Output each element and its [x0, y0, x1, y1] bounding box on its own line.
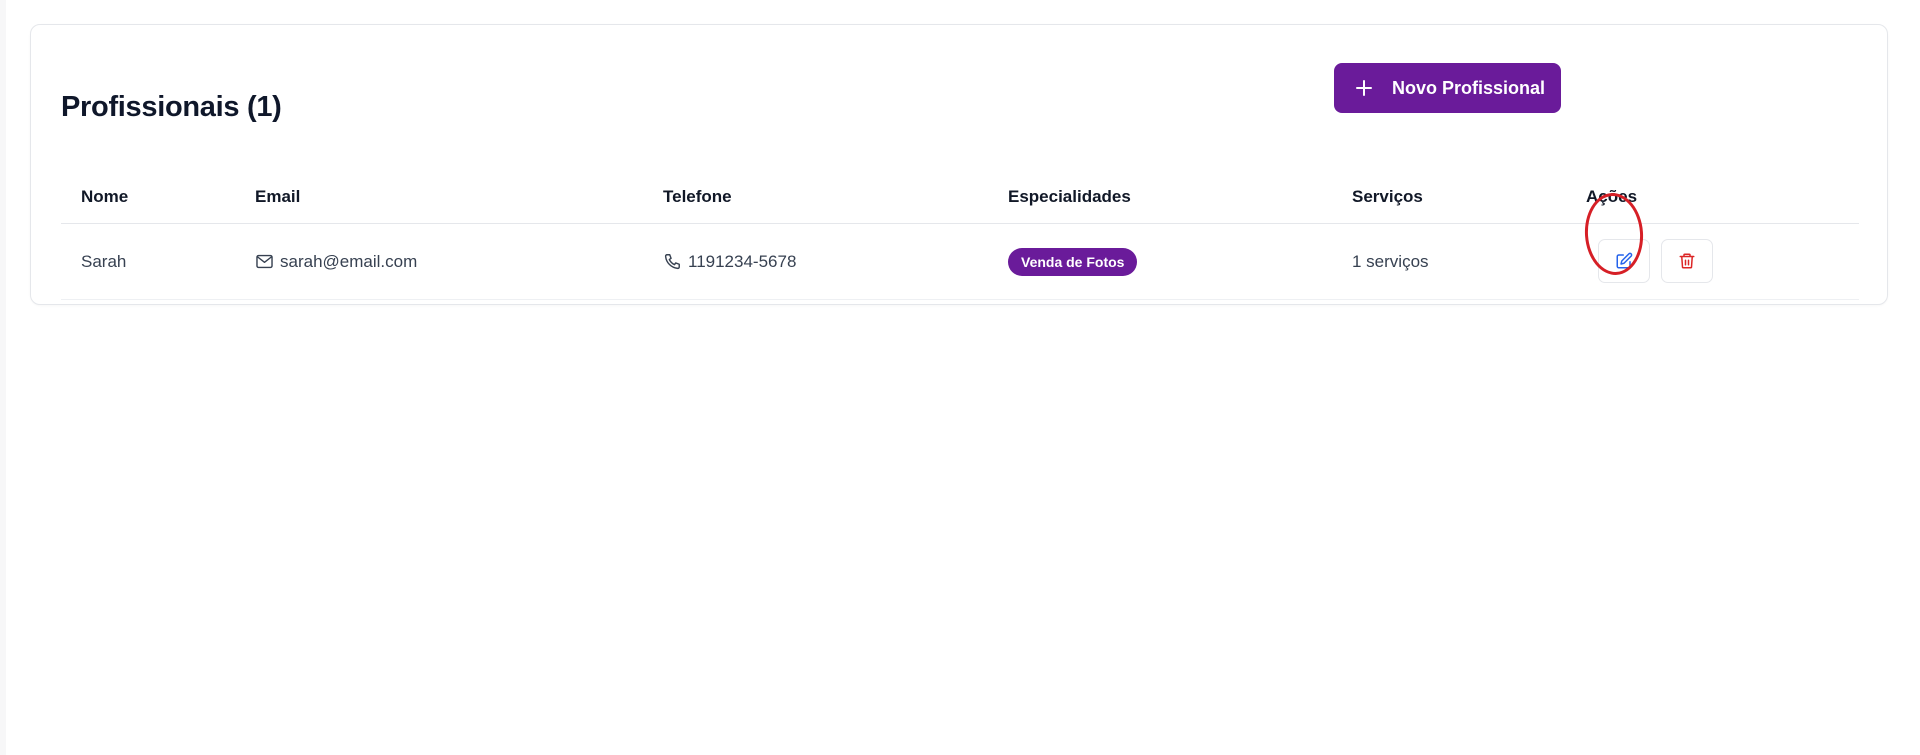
cell-email: sarah@email.com: [255, 224, 417, 299]
cell-servicos: 1 serviços: [1352, 251, 1429, 271]
plus-icon: [1356, 80, 1372, 96]
page: Profissionais (1) Novo Profissional Nome…: [0, 0, 1920, 755]
specialty-badge: Venda de Fotos: [1008, 247, 1138, 276]
professionals-table: Nome Email Telefone Especialidades Servi…: [61, 163, 1859, 300]
cell-telefone: 1191234-5678: [663, 224, 796, 299]
column-header-especialidades: Especialidades: [1008, 187, 1131, 206]
column-header-email: Email: [255, 187, 301, 206]
email-value: sarah@email.com: [280, 251, 418, 271]
left-edge: [0, 0, 6, 755]
column-header-acoes: Ações: [1586, 187, 1638, 206]
mail-icon: [256, 254, 273, 269]
new-professional-button[interactable]: Novo Profissional: [1334, 63, 1561, 113]
column-header-telefone: Telefone: [663, 187, 732, 206]
delete-button[interactable]: [1661, 239, 1713, 283]
phone-icon: [664, 254, 680, 270]
new-professional-label: Novo Profissional: [1392, 77, 1546, 98]
column-header-servicos: Serviços: [1352, 187, 1423, 206]
edit-button[interactable]: [1598, 239, 1650, 283]
table-row: Sarah sarah@email.com 1191234-5678 Venda…: [61, 224, 1859, 300]
table-header: Nome Email Telefone Especialidades Servi…: [61, 163, 1859, 224]
page-title: Profissionais (1): [61, 91, 282, 123]
trash-icon: [1679, 253, 1695, 269]
cell-especialidades: Venda de Fotos: [1008, 224, 1138, 299]
edit-icon: [1616, 252, 1633, 269]
cell-acoes: [1586, 224, 1726, 299]
cell-nome: Sarah: [81, 251, 127, 271]
professionals-card: Profissionais (1) Novo Profissional Nome…: [30, 24, 1888, 305]
phone-value: 1191234-5678: [688, 251, 797, 271]
column-header-nome: Nome: [81, 187, 129, 206]
